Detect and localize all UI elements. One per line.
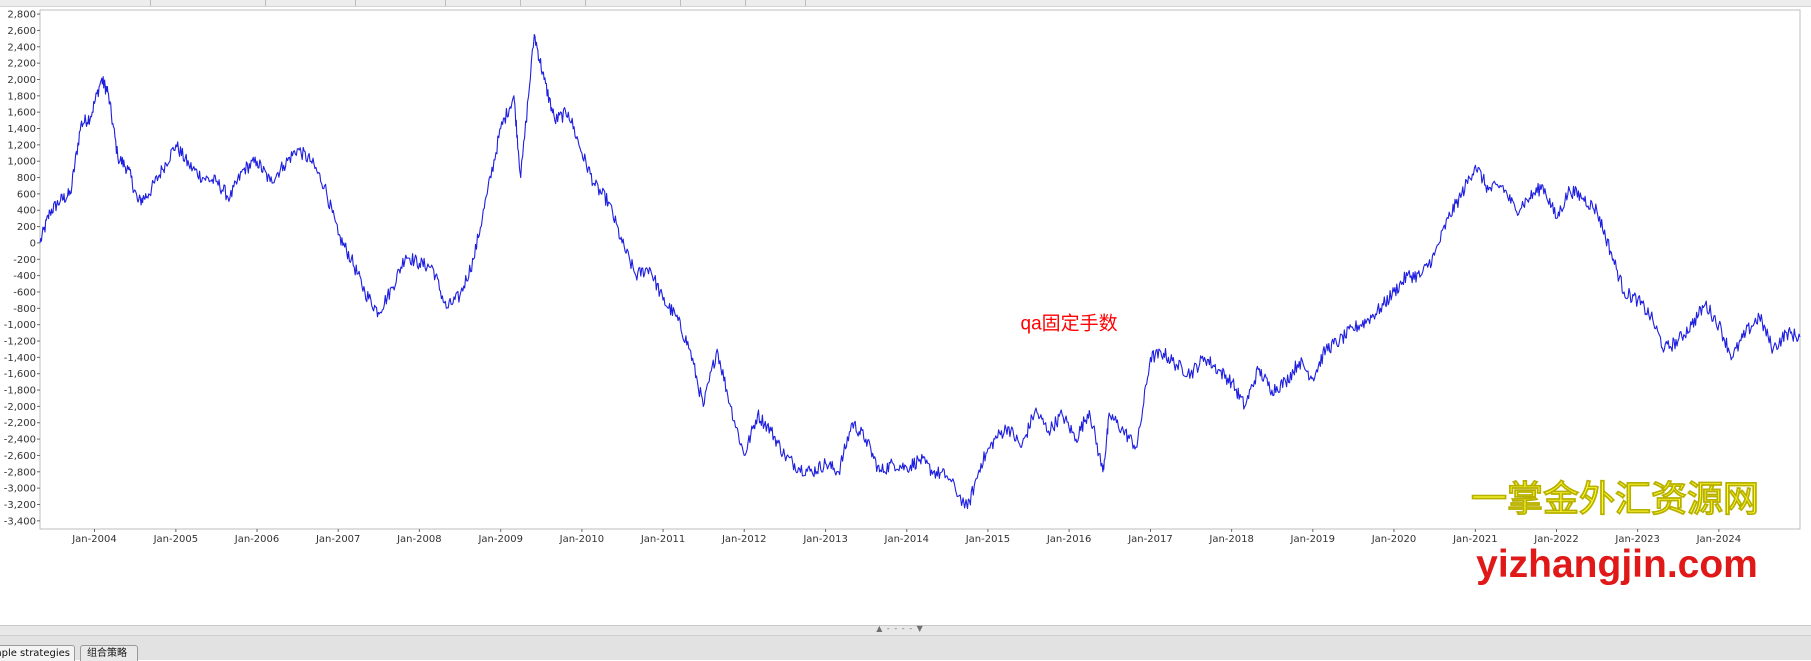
y-tick-label: 400: [17, 206, 36, 217]
tab-label: Simple strategies: [0, 648, 70, 659]
y-tick-label: -1,600: [4, 369, 36, 380]
y-tick-label: 2,200: [7, 59, 36, 70]
y-tick-label: -1,200: [4, 337, 36, 348]
y-tick-label: -2,400: [4, 435, 36, 446]
y-axis-ticks: 2,800 2,600 2,400 2,200 2,000 1,800 1,600 1,400…: [4, 10, 40, 527]
x-tick-label: Jan-2004: [71, 534, 116, 545]
y-tick-label: 2,400: [7, 42, 36, 53]
y-tick-label: 1,000: [7, 157, 36, 168]
y-tick-label: 1,400: [7, 124, 36, 135]
x-tick-label: Jan-2011: [640, 534, 685, 545]
x-tick-label: Jan-2014: [884, 534, 929, 545]
y-tick-label: -800: [13, 304, 36, 315]
x-tick-label: Jan-2006: [234, 534, 279, 545]
y-tick-label: -3,200: [4, 500, 36, 511]
plot-area: [39, 9, 1801, 530]
y-tick-label: -2,600: [4, 451, 36, 462]
y-tick-label: -3,000: [4, 484, 36, 495]
x-tick-label: Jan-2013: [802, 534, 847, 545]
y-tick-label: 2,600: [7, 26, 36, 37]
x-tick-label: Jan-2005: [153, 534, 198, 545]
watermark-title: 一掌金外汇资源网: [1471, 478, 1759, 519]
toolbar-divider: [805, 0, 806, 6]
watermark-url: yizhangjin.com: [1476, 543, 1758, 586]
y-tick-label: -3,400: [4, 516, 36, 527]
y-tick-label: 0: [30, 238, 36, 249]
x-tick-label: Jan-2012: [721, 534, 766, 545]
toolbar-divider: [520, 0, 521, 6]
y-tick-label: -1,000: [4, 320, 36, 331]
plot-frame: [39, 9, 1801, 530]
y-tick-label: 1,800: [7, 91, 36, 102]
y-tick-label: 800: [17, 173, 36, 184]
y-tick-label: 1,200: [7, 140, 36, 151]
annotation-layer: qa固定手数: [1021, 313, 1118, 335]
y-tick-label: -200: [13, 255, 36, 266]
x-tick-label: Jan-2016: [1046, 534, 1091, 545]
toolbar-divider: [355, 0, 356, 6]
top-toolbar-strip: [0, 0, 1811, 7]
toolbar-divider: [585, 0, 586, 6]
x-tick-label: Jan-2018: [1208, 534, 1253, 545]
equity-chart: 2,800 2,600 2,400 2,200 2,000 1,800 1,600 1,400…: [4, 9, 1801, 586]
y-tick-label: -2,000: [4, 402, 36, 413]
x-tick-label: Jan-2020: [1371, 534, 1416, 545]
y-tick-label: -400: [13, 271, 36, 282]
toolbar-divider: [445, 0, 446, 6]
y-tick-label: 2,000: [7, 75, 36, 86]
x-tick-label: Jan-2008: [396, 534, 441, 545]
toolbar-divider: [265, 0, 266, 6]
chart-annotation: qa固定手数: [1021, 313, 1118, 335]
toolbar-divider: [150, 0, 151, 6]
y-tick-label: 2,800: [7, 10, 36, 21]
x-tick-label: Jan-2010: [559, 534, 604, 545]
y-tick-label: 600: [17, 189, 36, 200]
tab-label: 组合策略: [87, 648, 127, 659]
y-tick-label: -600: [13, 287, 36, 298]
y-tick-label: 1,600: [7, 108, 36, 119]
toolbar-divider: [745, 0, 746, 6]
bottom-tab-bar: Simple strategies 组合策略: [0, 635, 1811, 661]
x-tick-label: Jan-2017: [1127, 534, 1172, 545]
splitter-grip-icon[interactable]: ▲ - - - - ▼: [860, 624, 940, 633]
toolbar-divider: [680, 0, 681, 6]
y-tick-label: -2,800: [4, 467, 36, 478]
x-tick-label: Jan-2007: [315, 534, 360, 545]
equity-chart-panel[interactable]: 2,800 2,600 2,400 2,200 2,000 1,800 1,600 1,400…: [0, 7, 1811, 625]
x-tick-label: Jan-2015: [965, 534, 1010, 545]
x-tick-label: Jan-2019: [1290, 534, 1335, 545]
y-tick-label: 200: [17, 222, 36, 233]
watermark: 一掌金外汇资源网 yizhangjin.com: [1471, 478, 1760, 586]
y-tick-label: -1,400: [4, 353, 36, 364]
y-tick-label: -2,200: [4, 418, 36, 429]
y-tick-label: -1,800: [4, 386, 36, 397]
x-tick-label: Jan-2009: [477, 534, 522, 545]
